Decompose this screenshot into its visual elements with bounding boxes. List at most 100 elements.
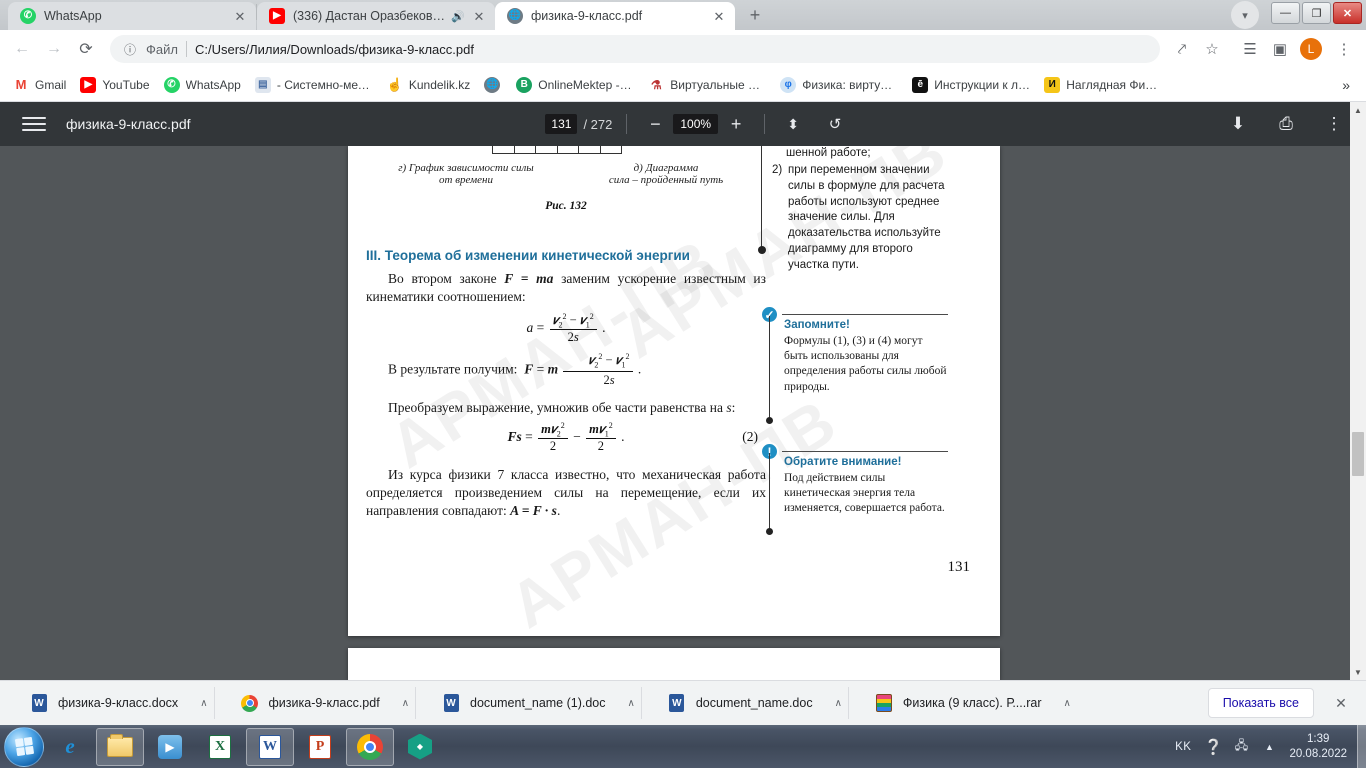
pdf-document-canvas[interactable]: АРМАН-ПВ АРМАН-ПВ АРМАН-ПВ г) График зав… <box>0 146 1350 680</box>
download-item-doc2[interactable]: W document_name.doc ∧ <box>642 687 849 719</box>
download-name: Физика (9 класс). Р....rar <box>902 696 1042 710</box>
callout-stem-dot <box>766 417 773 424</box>
tab-close-button[interactable]: ✕ <box>232 8 248 24</box>
bookmark-virtual-lab[interactable]: ⚗ Виртуальные лабо... <box>641 72 773 98</box>
download-item-rar[interactable]: Физика (9 класс). Р....rar ∧ <box>849 687 1077 719</box>
scrollbar-thumb[interactable] <box>1352 432 1364 476</box>
scroll-down-arrow[interactable]: ▼ <box>1350 664 1366 680</box>
bookmark-sistemno-metod[interactable]: ▤ - Системно-метод... <box>248 72 380 98</box>
download-item-doc1[interactable]: W document_name (1).doc ∧ <box>416 687 642 719</box>
windows-start-orb[interactable] <box>4 726 44 767</box>
page-number-input[interactable]: 131 <box>545 114 578 134</box>
bookmark-physics-virtual[interactable]: φ Физика: виртуальн... <box>773 72 905 98</box>
onlinemektep-icon: B <box>516 76 533 93</box>
sidepanel-icon[interactable]: ▣ <box>1266 35 1294 63</box>
scroll-up-arrow[interactable]: ▲ <box>1350 102 1366 118</box>
bookmark-star-icon[interactable]: ☆ <box>1198 35 1226 63</box>
tab-title: физика-9-класс.pdf <box>531 9 643 23</box>
minimize-button[interactable]: — <box>1271 2 1300 24</box>
word-doc-icon: W <box>442 694 460 712</box>
paragraph-4-text: Из курса физики 7 класса известно, что м… <box>366 467 766 519</box>
reload-button[interactable]: ⟳ <box>72 35 100 63</box>
forward-button[interactable]: → <box>40 35 68 63</box>
kundelik-icon: ☝ <box>386 76 403 93</box>
callout-zapomnite: ✓ Запомните! Формулы (1), (3) и (4) могу… <box>756 305 948 424</box>
hamburger-icon[interactable] <box>22 112 46 136</box>
chevron-up-icon[interactable]: ∧ <box>402 698 409 709</box>
taskbar-clock[interactable]: 1:39 20.08.2022 <box>1289 732 1347 761</box>
page-total-label: / 272 <box>583 116 613 132</box>
taskbar-chrome-icon[interactable] <box>346 727 394 766</box>
bookmark-whatsapp[interactable]: ✆ WhatsApp <box>157 72 248 98</box>
pdf-page-132-partial <box>348 648 1000 680</box>
taskbar-windows-media-player-icon[interactable]: ▶ <box>146 728 194 766</box>
network-icon[interactable]: 🖧 <box>1230 736 1252 758</box>
chevron-up-icon[interactable]: ∧ <box>200 698 207 709</box>
bookmark-nagl-physics[interactable]: И Наглядная Физика... <box>1037 72 1169 98</box>
tab-close-button[interactable]: ✕ <box>711 8 727 24</box>
print-icon[interactable]: ⎙ <box>1272 110 1300 138</box>
sidebar-note-partial: шенной работе; <box>786 147 871 159</box>
fit-page-icon[interactable]: ⬍ <box>779 110 807 138</box>
language-indicator[interactable]: KK <box>1175 741 1191 753</box>
reading-list-icon[interactable]: ☰ <box>1236 35 1264 63</box>
paragraph-2: В результате получим: F = m 𝑣22 − 𝑣12 2s… <box>388 352 642 388</box>
virtual-lab-icon: ⚗ <box>648 76 665 93</box>
bookmark-youtube[interactable]: ▶ YouTube <box>73 72 156 98</box>
taskbar-word-icon[interactable]: W <box>246 727 294 766</box>
avatar[interactable]: L <box>1300 38 1322 60</box>
download-item-docx[interactable]: W физика-9-класс.docx ∧ <box>0 687 215 719</box>
three-dots-icon[interactable]: ⋮ <box>1330 35 1358 63</box>
bookmark-gmail[interactable]: M Gmail <box>6 72 73 98</box>
three-dots-icon[interactable]: ⋮ <box>1320 110 1348 138</box>
zoom-level-label[interactable]: 100% <box>673 114 719 134</box>
bookmark-onlinemektep[interactable]: B OnlineMektep - Bili... <box>509 72 641 98</box>
browser-tab-youtube[interactable]: ▶ (336) Дастан Оразбеков - Ke 🔊 ✕ <box>257 2 495 30</box>
taskbar-powerpoint-icon[interactable]: P <box>296 728 344 766</box>
chevron-up-icon[interactable]: ▲ <box>1258 736 1280 758</box>
gmail-icon: M <box>13 76 29 93</box>
maximize-button[interactable]: ❐ <box>1302 2 1331 24</box>
bookmark-kundelik[interactable]: ☝ Kundelik.kz <box>380 72 477 98</box>
bookmarks-overflow-button[interactable]: » <box>1332 77 1360 93</box>
zoom-out-button[interactable]: − <box>641 110 669 138</box>
tab-close-button[interactable]: ✕ <box>471 8 487 24</box>
tab-audio-icon[interactable]: 🔊 <box>451 9 465 23</box>
show-all-downloads-button[interactable]: Показать все <box>1207 688 1314 718</box>
callout-title: Запомните! <box>784 319 850 331</box>
chevron-up-icon[interactable]: ∧ <box>835 698 842 709</box>
browser-tab-pdf[interactable]: 🌐 физика-9-класс.pdf ✕ <box>495 2 735 30</box>
zoom-in-button[interactable]: + <box>722 110 750 138</box>
taskbar-file-explorer-icon[interactable] <box>96 727 144 766</box>
pdf-viewer: физика-9-класс.pdf 131 / 272 − 100% + ⬍ … <box>0 102 1366 680</box>
scheme-label: Файл <box>146 41 178 57</box>
close-icon[interactable]: ✕ <box>1328 690 1354 716</box>
address-bar[interactable]: ⓘ Файл C:/Users/Лилия/Downloads/физика-9… <box>110 35 1160 63</box>
pdf-scrollbar[interactable]: ▲ ▼ <box>1350 102 1366 680</box>
taskbar-internet-explorer-icon[interactable]: e <box>46 728 94 766</box>
share-icon[interactable]: ⤤ <box>1168 35 1196 63</box>
word-doc-icon: W <box>30 694 48 712</box>
callout-stem-dot <box>766 528 773 535</box>
taskbar-security-shield-icon[interactable]: ◆ <box>396 728 444 766</box>
paragraph-1-part-a: Во втором законе <box>388 271 505 286</box>
formula-a-fs: A = F · s <box>510 503 557 519</box>
figure-caption-g-line1: г) График зависимости силы <box>398 162 534 174</box>
close-button[interactable]: ✕ <box>1333 2 1362 24</box>
taskbar-excel-icon[interactable]: X <box>196 728 244 766</box>
download-icon[interactable]: ⬇ <box>1224 110 1252 138</box>
chevron-up-icon[interactable]: ∧ <box>628 698 635 709</box>
new-tab-button[interactable]: + <box>741 1 769 29</box>
help-circle-icon[interactable]: ❔ <box>1202 736 1224 758</box>
download-item-pdf[interactable]: физика-9-класс.pdf ∧ <box>215 687 417 719</box>
browser-tab-whatsapp[interactable]: ✆ WhatsApp ✕ <box>8 2 256 30</box>
chevron-down-icon[interactable]: ▾ <box>1231 1 1259 29</box>
bookmark-label: YouTube <box>102 77 150 92</box>
bookmark-globe[interactable]: 🌐 <box>477 72 509 98</box>
show-desktop-button[interactable] <box>1357 725 1366 768</box>
bookmark-instructions[interactable]: ē Инструкции к лаб... <box>905 72 1037 98</box>
rotate-icon[interactable]: ↺ <box>821 110 849 138</box>
back-button[interactable]: ← <box>8 35 36 63</box>
chevron-up-icon[interactable]: ∧ <box>1063 698 1070 709</box>
info-icon[interactable]: ⓘ <box>122 41 138 57</box>
